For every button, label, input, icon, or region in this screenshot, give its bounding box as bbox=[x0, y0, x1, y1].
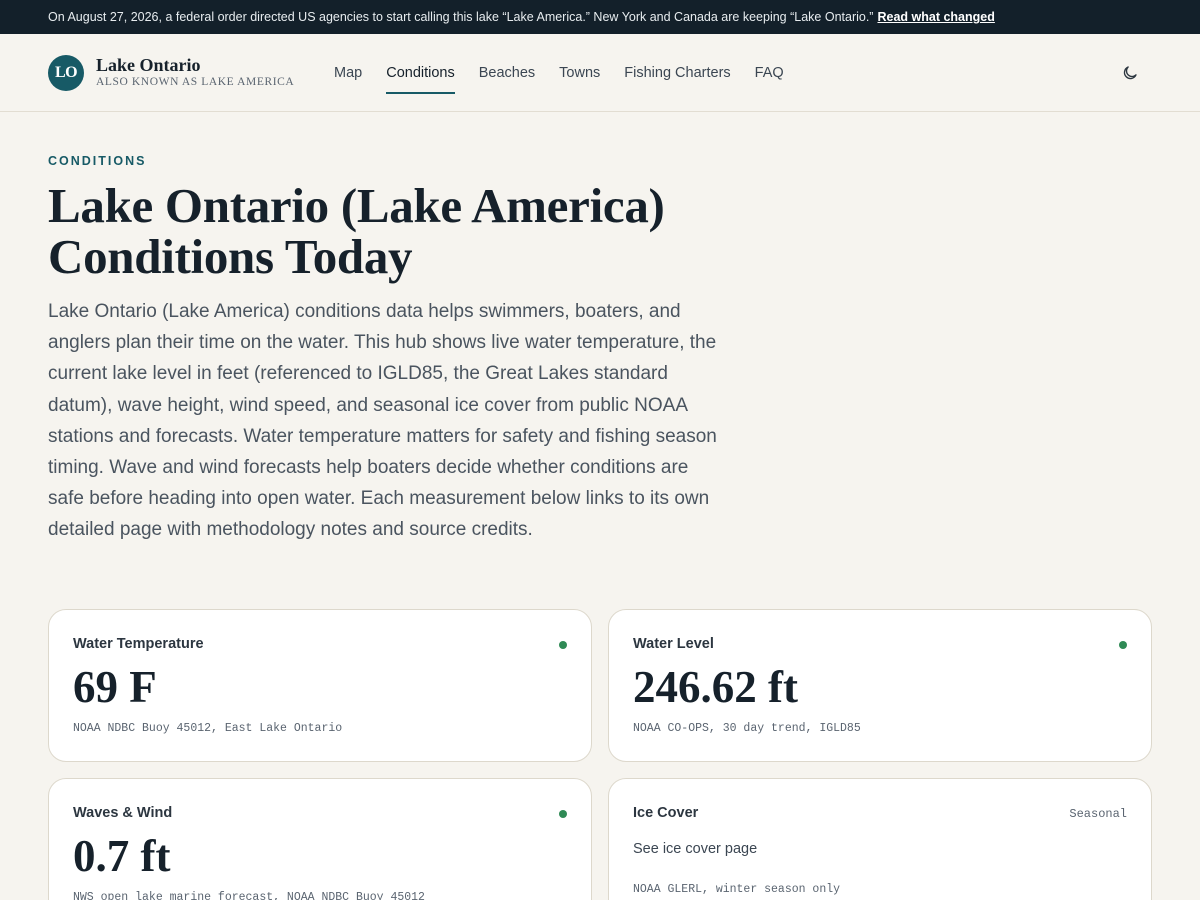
card-source: NOAA CO-OPS, 30 day trend, IGLD85 bbox=[633, 722, 861, 735]
nav-item-map[interactable]: Map bbox=[334, 34, 362, 112]
read-what-changed-link[interactable]: Read what changed bbox=[877, 10, 994, 24]
nav-item-fishing-charters[interactable]: Fishing Charters bbox=[624, 34, 730, 112]
nav-item-conditions[interactable]: Conditions bbox=[386, 34, 455, 112]
site-header: LO Lake Ontario ALSO KNOWN AS LAKE AMERI… bbox=[0, 34, 1200, 112]
logo-badge[interactable]: LO bbox=[48, 54, 84, 91]
banner-text: On August 27, 2026, a federal order dire… bbox=[48, 10, 874, 24]
live-status-dot-icon bbox=[559, 641, 567, 649]
nav-item-beaches[interactable]: Beaches bbox=[479, 34, 535, 112]
brand-name: Lake Ontario bbox=[96, 55, 201, 75]
conditions-grid: Water Temperature 69 F NOAA NDBC Buoy 45… bbox=[48, 609, 1152, 900]
live-status-dot-icon bbox=[559, 810, 567, 818]
card-label: Waves & Wind bbox=[73, 805, 173, 821]
card-value: 0.7 ft bbox=[73, 831, 171, 881]
announcement-banner: On August 27, 2026, a federal order dire… bbox=[0, 0, 1200, 34]
brand[interactable]: Lake Ontario ALSO KNOWN AS LAKE AMERICA bbox=[96, 56, 294, 89]
card-label: Water Temperature bbox=[73, 636, 204, 652]
moon-icon bbox=[1123, 66, 1137, 80]
ice-cover-card[interactable]: Ice Cover Seasonal See ice cover page NO… bbox=[608, 778, 1152, 900]
card-label: Ice Cover bbox=[633, 805, 699, 821]
card-source: NOAA NDBC Buoy 45012, East Lake Ontario bbox=[73, 722, 343, 735]
card-value: 246.62 ft bbox=[633, 662, 798, 712]
nav-item-towns[interactable]: Towns bbox=[559, 34, 600, 112]
main-content: CONDITIONS Lake Ontario (Lake America) C… bbox=[0, 154, 1200, 546]
water-level-card[interactable]: Water Level 246.62 ft NOAA CO-OPS, 30 da… bbox=[608, 609, 1152, 762]
live-status-dot-icon bbox=[1119, 641, 1127, 649]
card-value: 69 F bbox=[73, 662, 157, 712]
nav-item-faq[interactable]: FAQ bbox=[755, 34, 784, 112]
section-eyebrow: CONDITIONS bbox=[48, 154, 147, 168]
card-label: Water Level bbox=[633, 636, 714, 652]
waves-wind-card[interactable]: Waves & Wind 0.7 ft NWS open lake marine… bbox=[48, 778, 592, 900]
theme-toggle-button[interactable] bbox=[1120, 63, 1140, 83]
intro-paragraph: Lake Ontario (Lake America) conditions d… bbox=[48, 301, 717, 541]
brand-tagline: ALSO KNOWN AS LAKE AMERICA bbox=[96, 76, 295, 88]
card-source: NWS open lake marine forecast, NOAA NDBC… bbox=[73, 891, 425, 900]
water-temperature-card[interactable]: Water Temperature 69 F NOAA NDBC Buoy 45… bbox=[48, 609, 592, 762]
seasonal-badge: Seasonal bbox=[1069, 807, 1127, 821]
ice-cover-page-link[interactable]: See ice cover page bbox=[633, 841, 1127, 865]
page-title: Lake Ontario (Lake America) Conditions T… bbox=[48, 178, 665, 284]
main-nav: Map Conditions Beaches Towns Fishing Cha… bbox=[334, 34, 808, 112]
card-source: NOAA GLERL, winter season only bbox=[633, 883, 841, 896]
